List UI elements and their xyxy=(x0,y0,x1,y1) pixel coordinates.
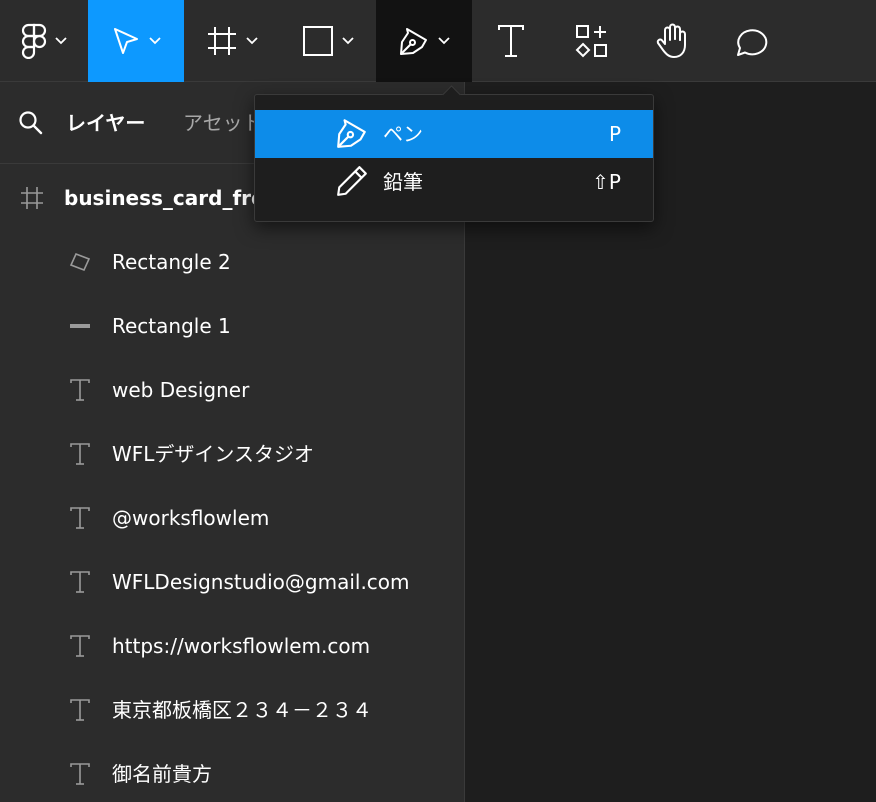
layer-name: @worksflowlem xyxy=(112,506,270,530)
layer-row[interactable]: WFLDesignstudio@gmail.com xyxy=(0,550,464,614)
tab-assets[interactable]: アセット xyxy=(183,108,263,138)
frame-tool-button[interactable] xyxy=(184,0,280,82)
text-layer-icon xyxy=(70,379,90,401)
chevron-down-icon xyxy=(246,37,258,45)
layer-row[interactable]: Rectangle 1 xyxy=(0,294,464,358)
pen-icon xyxy=(337,119,366,148)
figma-logo-icon xyxy=(21,23,47,59)
layer-name: WFLDesignstudio@gmail.com xyxy=(112,570,410,594)
layer-name: https://worksflowlem.com xyxy=(112,634,371,658)
move-cursor-icon xyxy=(114,28,138,54)
move-tool-button[interactable] xyxy=(88,0,184,82)
pen-tool-button[interactable] xyxy=(376,0,472,82)
layer-name: web Designer xyxy=(112,378,250,402)
menu-item-pen[interactable]: ペン P xyxy=(255,110,653,158)
menu-item-shortcut: ⇧P xyxy=(592,170,621,194)
chevron-down-icon xyxy=(149,37,161,45)
layer-row[interactable]: 東京都板橋区２３４－２３４ xyxy=(0,678,464,742)
text-layer-icon xyxy=(70,763,90,785)
pen-icon xyxy=(400,28,427,55)
menu-item-shortcut: P xyxy=(608,122,621,146)
search-icon[interactable] xyxy=(18,110,44,136)
layer-name: Rectangle 2 xyxy=(112,250,231,274)
pencil-icon xyxy=(337,166,367,196)
layer-name: Rectangle 1 xyxy=(112,314,231,338)
text-layer-icon xyxy=(70,635,90,657)
text-tool-button[interactable] xyxy=(472,0,550,82)
comment-icon xyxy=(737,29,768,56)
menu-item-pencil[interactable]: 鉛筆 ⇧P xyxy=(255,158,653,206)
layer-row[interactable]: https://worksflowlem.com xyxy=(0,614,464,678)
text-layer-icon xyxy=(70,507,90,529)
tab-layers[interactable]: レイヤー xyxy=(66,108,145,138)
menu-item-label: 鉛筆 xyxy=(383,170,423,194)
frame-icon xyxy=(21,187,43,209)
frame-icon xyxy=(208,27,236,55)
hand-icon xyxy=(656,23,686,58)
pen-tool-menu: ペン P 鉛筆 ⇧P xyxy=(254,85,654,222)
layer-name: 御名前貴方 xyxy=(112,762,212,786)
layer-row[interactable]: @worksflowlem xyxy=(0,486,464,550)
resources-icon xyxy=(575,25,607,58)
text-icon xyxy=(498,25,524,57)
main-menu-button[interactable] xyxy=(0,0,88,82)
layer-row[interactable]: Rectangle 2 xyxy=(0,230,464,294)
layer-name: 東京都板橋区２３４－２３４ xyxy=(112,698,372,722)
comment-tool-button[interactable] xyxy=(710,0,790,82)
chevron-down-icon xyxy=(438,37,450,45)
chevron-down-icon xyxy=(55,37,67,45)
menu-item-label: ペン xyxy=(383,122,423,146)
layer-name: WFLデザインスタジオ xyxy=(112,442,315,466)
layer-row[interactable]: WFLデザインスタジオ xyxy=(0,422,464,486)
text-layer-icon xyxy=(70,699,90,721)
layer-row[interactable]: web Designer xyxy=(0,358,464,422)
hand-tool-button[interactable] xyxy=(634,0,710,82)
text-layer-icon xyxy=(70,571,90,593)
resources-button[interactable] xyxy=(550,0,634,82)
toolbar xyxy=(0,0,876,82)
line-rectangle-icon xyxy=(70,324,90,328)
rectangle-icon xyxy=(303,26,333,56)
shape-tool-button[interactable] xyxy=(280,0,376,82)
layer-row[interactable]: 御名前貴方 xyxy=(0,742,464,802)
chevron-down-icon xyxy=(342,37,354,45)
rotated-rectangle-icon xyxy=(69,252,91,272)
text-layer-icon xyxy=(70,443,90,465)
